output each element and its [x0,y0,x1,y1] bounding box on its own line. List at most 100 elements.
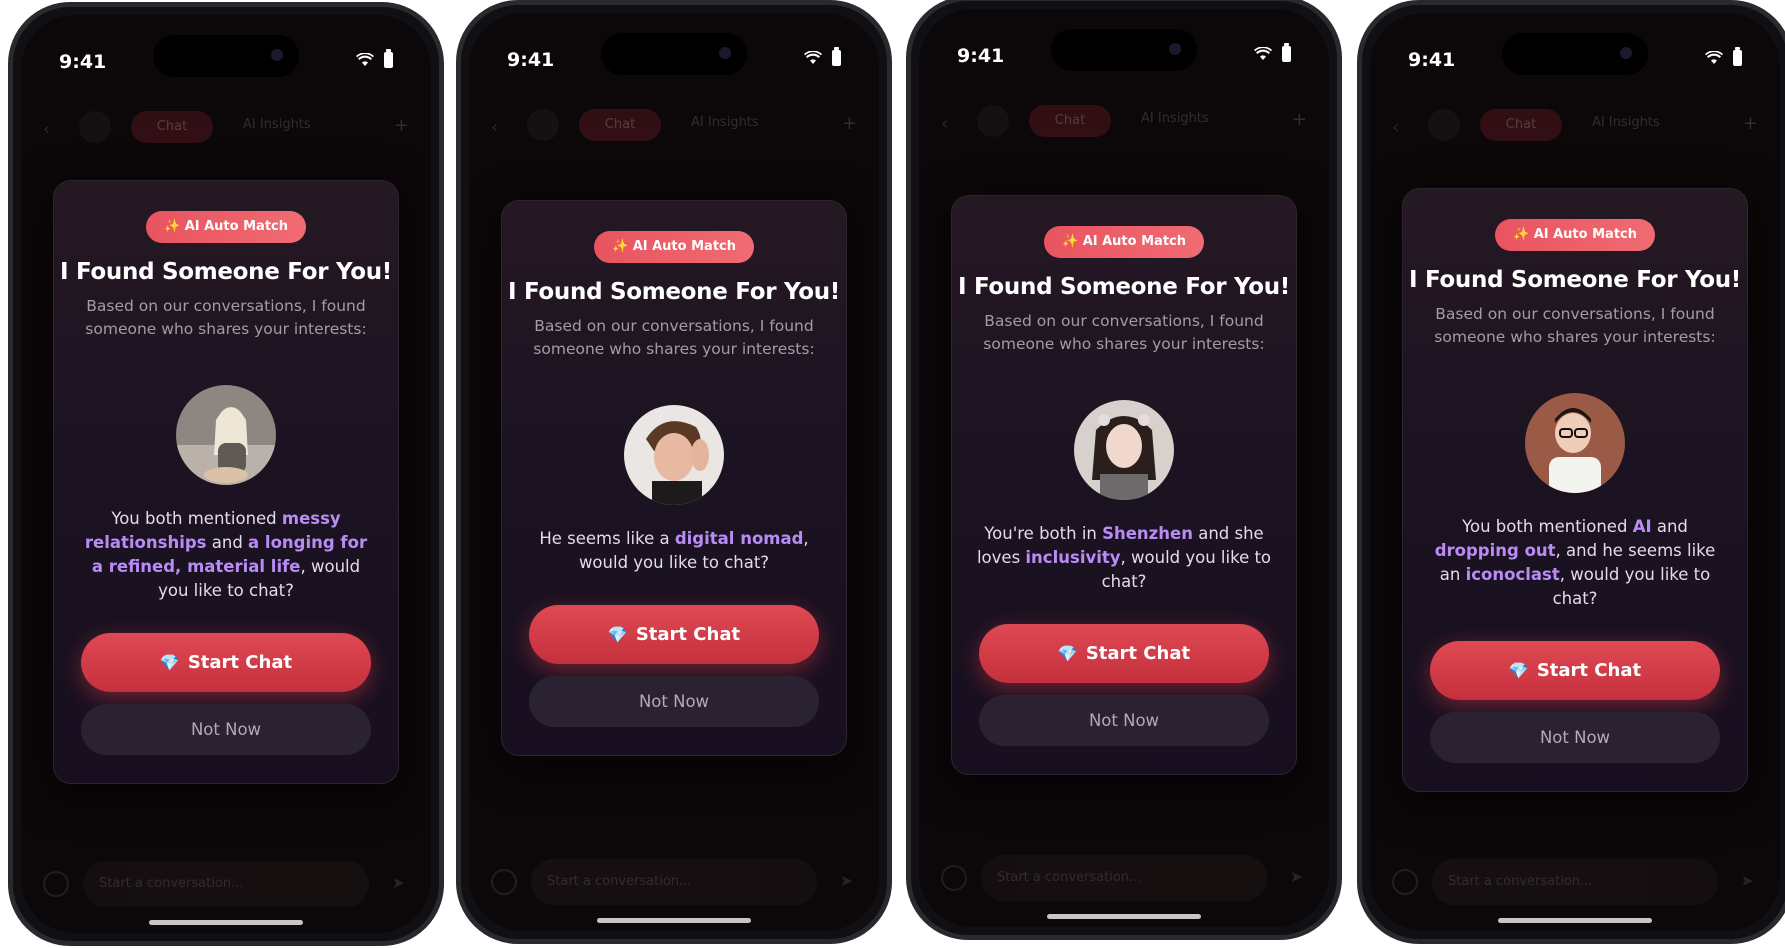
not-now-button[interactable]: Not Now [81,704,371,755]
send-icon[interactable]: ➤ [1741,871,1754,890]
add-icon[interactable] [43,871,69,897]
add-icon[interactable] [491,869,517,895]
send-icon[interactable]: ➤ [1290,867,1303,886]
start-chat-button[interactable]: 💎 Start Chat [529,605,819,664]
message-input[interactable]: Start a conversation... [981,855,1267,901]
start-chat-button[interactable]: 💎 Start Chat [81,633,371,692]
tab-ai-insights[interactable]: AI Insights [243,117,311,132]
back-icon[interactable]: ‹ [941,113,948,134]
phone-screen-4: 9:41 ‹ Chat AI Insights + Start a conver… [1357,0,1785,944]
add-icon[interactable] [941,865,967,891]
avatar [527,109,559,141]
match-message: You're both in Shenzhen and she loves in… [976,522,1272,594]
message-text: , would you like to chat? [1552,565,1711,608]
match-avatar [1525,393,1625,493]
start-chat-label: Start Chat [1085,643,1191,664]
plus-icon[interactable]: + [1743,113,1758,134]
back-icon[interactable]: ‹ [43,119,50,140]
home-indicator [1498,918,1652,923]
tab-chat[interactable]: Chat [131,111,213,143]
battery-icon [1733,47,1742,66]
highlight-keyword: digital nomad [674,529,804,548]
ai-auto-match-badge: ✨ AI Auto Match [593,231,754,263]
message-text: and [206,533,249,552]
plus-icon[interactable]: + [1292,109,1307,130]
plus-icon[interactable]: + [842,113,857,134]
wifi-icon [804,51,822,65]
background-input-bar: Start a conversation... ➤ [43,861,409,907]
phone-screen-1: 9:41 ‹ Chat AI Insights + Start a conver… [8,2,444,946]
tab-chat[interactable]: Chat [1029,105,1111,137]
plus-icon[interactable]: + [394,115,409,136]
message-input[interactable]: Start a conversation... [83,861,369,907]
background-top-bar: ‹ Chat AI Insights + [919,97,1329,147]
ai-auto-match-badge: ✨ AI Auto Match [1043,226,1204,258]
background-top-bar: ‹ Chat AI Insights + [21,103,431,153]
wifi-icon [1254,47,1272,61]
tab-ai-insights[interactable]: AI Insights [1141,111,1209,126]
phone-screen-2: 9:41 ‹ Chat AI Insights + Start a conver… [456,0,892,944]
wifi-icon [356,53,374,67]
modal-subtitle: Based on our conversations, I found some… [983,312,1265,353]
tab-ai-insights[interactable]: AI Insights [1592,115,1660,130]
back-icon[interactable]: ‹ [1392,117,1399,138]
not-now-button[interactable]: Not Now [1430,712,1720,763]
avatar [1428,109,1460,141]
modal-title: I Found Someone For You! [957,274,1291,300]
dynamic-island [1502,33,1648,75]
status-time: 9:41 [507,49,555,71]
status-time: 9:41 [1408,49,1456,71]
send-icon[interactable]: ➤ [840,871,853,890]
start-chat-label: Start Chat [1536,660,1642,681]
match-modal: ✨ AI Auto Match I Found Someone For You!… [1402,188,1748,792]
battery-icon [832,47,841,66]
background-top-bar: ‹ Chat AI Insights + [1370,101,1780,151]
status-icons [804,47,841,66]
home-indicator [149,920,303,925]
start-chat-label: Start Chat [187,652,293,673]
match-modal: ✨ AI Auto Match I Found Someone For You!… [501,200,847,756]
wifi-icon [1705,51,1723,65]
background-input-bar: Start a conversation... ➤ [941,855,1307,901]
status-icons [1705,47,1742,66]
tab-chat[interactable]: Chat [1480,109,1562,141]
phone-screen-3: 9:41 ‹ Chat AI Insights + Start a conver… [906,0,1342,940]
home-indicator [1047,914,1201,919]
start-chat-button[interactable]: 💎 Start Chat [1430,641,1720,700]
message-text: You both mentioned [1462,517,1633,536]
modal-subtitle: Based on our conversations, I found some… [85,297,367,338]
not-now-button[interactable]: Not Now [979,695,1269,746]
send-icon[interactable]: ➤ [392,873,405,892]
background-top-bar: ‹ Chat AI Insights + [469,101,879,151]
avatar [977,105,1009,137]
status-time: 9:41 [59,51,107,73]
add-icon[interactable] [1392,869,1418,895]
tab-ai-insights[interactable]: AI Insights [691,115,759,130]
modal-subtitle: Based on our conversations, I found some… [533,317,815,358]
message-input[interactable]: Start a conversation... [531,859,817,905]
back-icon[interactable]: ‹ [491,117,498,138]
message-text: , would you like to chat? [1101,548,1272,591]
match-message: You both mentioned messy relationships a… [78,507,374,603]
screen: 9:41 ‹ Chat AI Insights + Start a conver… [469,13,879,931]
avatar [79,111,111,143]
highlight-keyword: iconoclast [1465,565,1560,584]
status-icons [1254,43,1291,62]
not-now-button[interactable]: Not Now [529,676,819,727]
background-input-bar: Start a conversation... ➤ [1392,859,1758,905]
modal-subtitle: Based on our conversations, I found some… [1434,305,1716,346]
screen: 9:41 ‹ Chat AI Insights + Start a conver… [21,15,431,933]
highlight-keyword: AI [1632,517,1652,536]
ai-auto-match-badge: ✨ AI Auto Match [145,211,306,243]
gem-icon: 💎 [607,625,628,644]
home-indicator [597,918,751,923]
message-input[interactable]: Start a conversation... [1432,859,1718,905]
gem-icon: 💎 [1508,661,1529,680]
message-text: You both mentioned [111,509,282,528]
highlight-keyword: dropping out [1434,541,1556,560]
start-chat-button[interactable]: 💎 Start Chat [979,624,1269,683]
dynamic-island [1051,29,1197,71]
match-message: He seems like a digital nomad, would you… [526,527,822,575]
tab-chat[interactable]: Chat [579,109,661,141]
start-chat-label: Start Chat [635,624,741,645]
